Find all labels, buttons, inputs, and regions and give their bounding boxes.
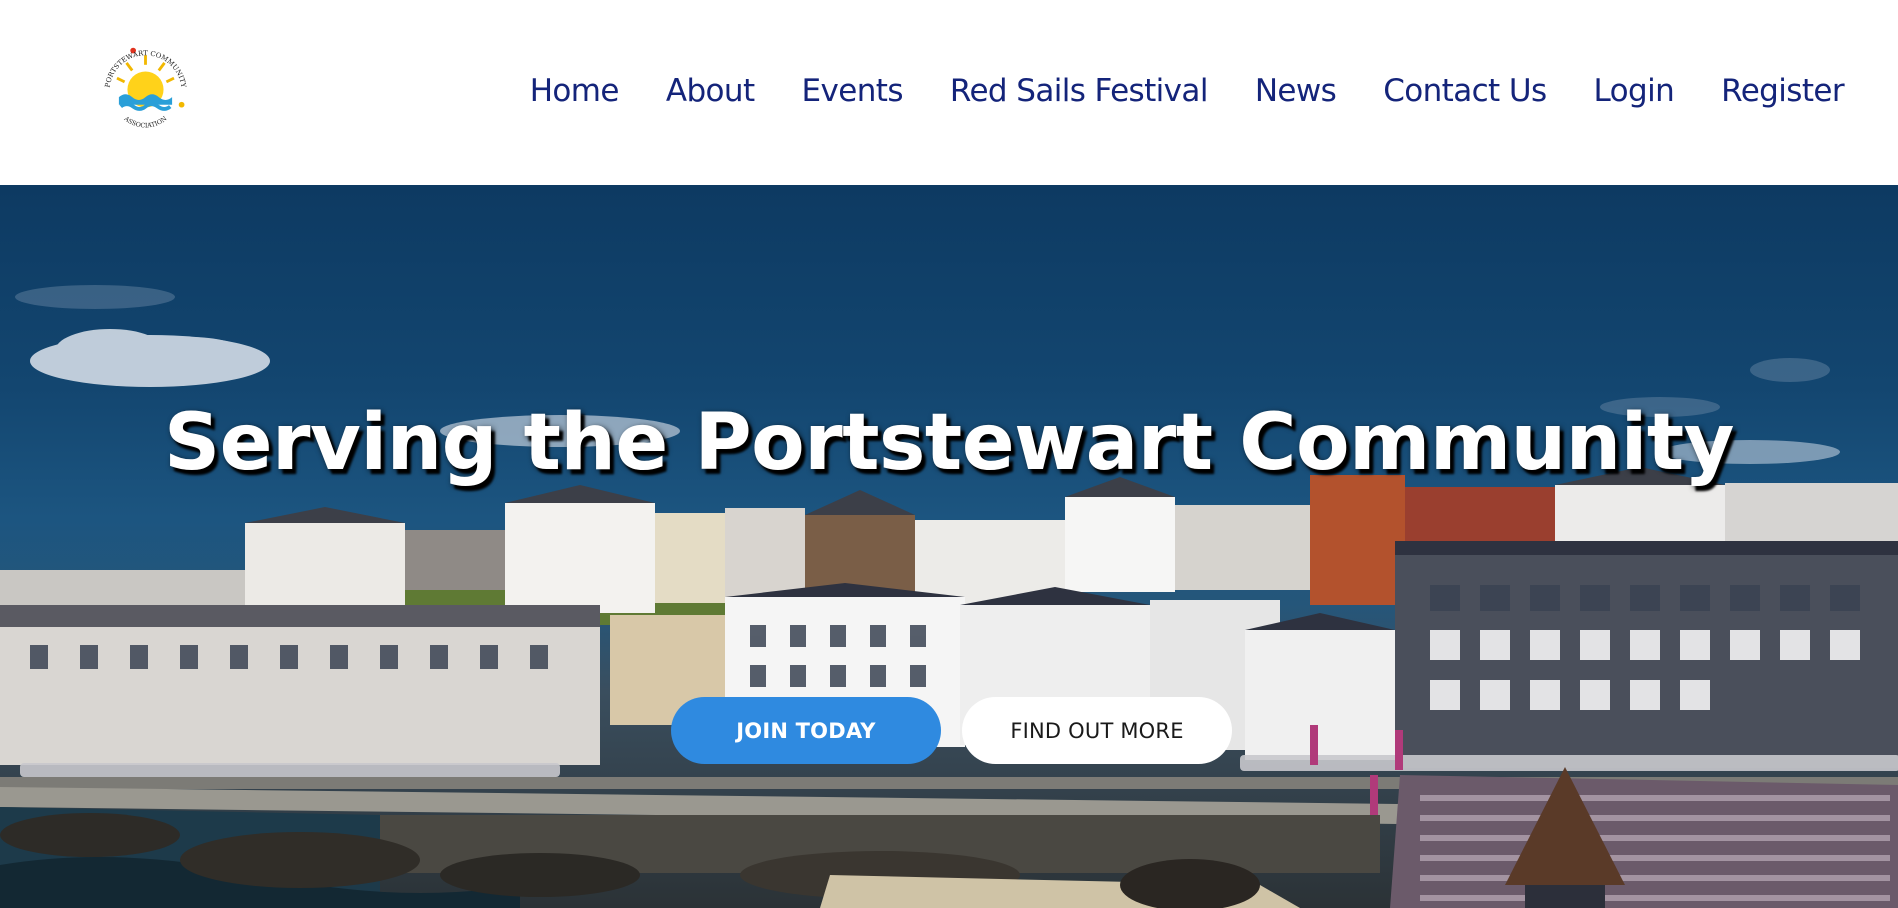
join-today-button[interactable]: JOIN TODAY	[671, 697, 941, 764]
nav-login[interactable]: Login	[1594, 73, 1675, 109]
site-header: PORTSTEWART COMMUNITY ASSOCIATION Home A…	[0, 0, 1898, 185]
main-nav: Home About Events Red Sails Festival New…	[530, 70, 1845, 112]
nav-contact-us[interactable]: Contact Us	[1383, 73, 1547, 109]
hero-section: Serving the Portstewart Community JOIN T…	[0, 185, 1898, 908]
hero-title: Serving the Portstewart Community	[163, 398, 1735, 488]
nav-about[interactable]: About	[666, 73, 755, 109]
nav-register[interactable]: Register	[1721, 73, 1844, 109]
find-out-more-button[interactable]: FIND OUT MORE	[962, 697, 1232, 764]
logo-sun-waves-icon: PORTSTEWART COMMUNITY ASSOCIATION	[104, 47, 187, 130]
svg-text:ASSOCIATION: ASSOCIATION	[122, 115, 169, 130]
nav-events[interactable]: Events	[802, 73, 904, 109]
hero-background-image	[0, 285, 1898, 908]
site-logo[interactable]: PORTSTEWART COMMUNITY ASSOCIATION	[98, 42, 193, 137]
nav-news[interactable]: News	[1255, 73, 1337, 109]
nav-red-sails-festival[interactable]: Red Sails Festival	[950, 73, 1209, 109]
hero-cta-group: JOIN TODAY FIND OUT MORE	[671, 697, 1232, 764]
nav-home[interactable]: Home	[530, 73, 620, 109]
